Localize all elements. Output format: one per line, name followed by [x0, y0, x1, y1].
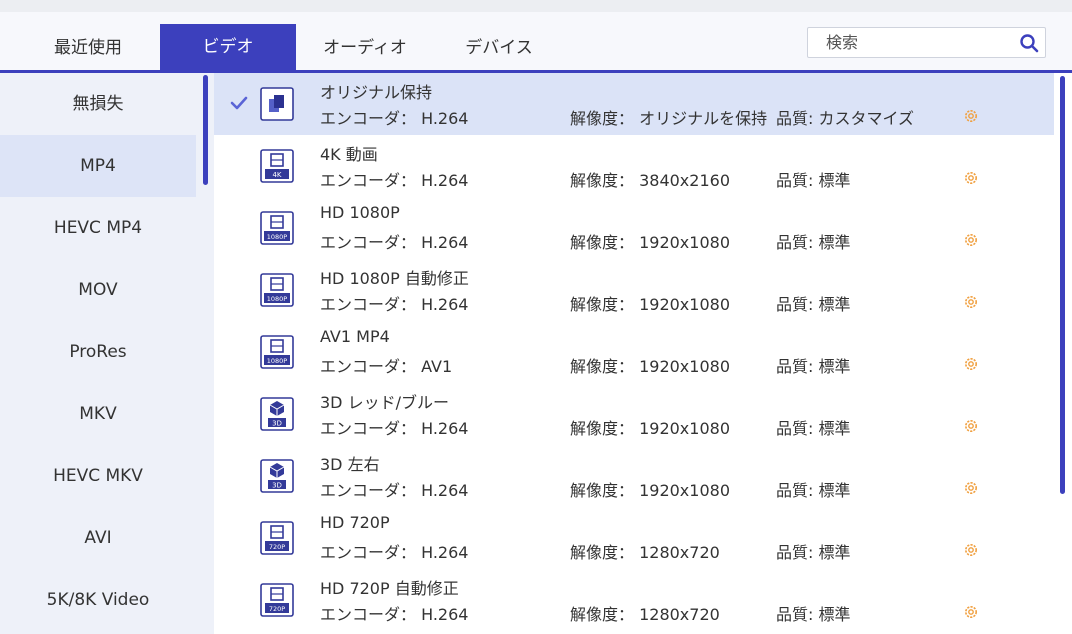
film-icon: 720P: [260, 583, 294, 617]
film-icon: 1080P: [260, 335, 294, 369]
icon-badge: 4K: [272, 171, 281, 179]
tab-device[interactable]: デバイス: [434, 12, 564, 70]
sidebar-item-avi[interactable]: AVI: [0, 507, 196, 569]
format-quality: 品質: 標準: [776, 233, 851, 252]
format-resolution: 解像度： 1920x1080: [570, 419, 730, 438]
tab-recent[interactable]: 最近使用: [16, 12, 160, 70]
format-row-hd1080p[interactable]: 1080P HD 1080P エンコーダ： H.264 解像度： 1920x10…: [214, 197, 1054, 259]
gear-icon[interactable]: [962, 417, 980, 435]
format-encoder: エンコーダ： H.264: [320, 481, 469, 500]
format-row-hd1080p-auto[interactable]: 1080P HD 1080P 自動修正 エンコーダ： H.264 解像度： 19…: [214, 259, 1054, 321]
tab-audio[interactable]: オーディオ: [296, 12, 434, 70]
format-encoder: エンコーダ： H.264: [320, 605, 469, 624]
format-list: オリジナル保持 エンコーダ： H.264 解像度： オリジナルを保持 品質: カ…: [214, 73, 1059, 634]
icon-badge: 720P: [269, 543, 285, 551]
format-name: 3D レッド/ブルー: [320, 393, 449, 412]
sidebar-item-hevc-mkv[interactable]: HEVC MKV: [0, 445, 196, 507]
gear-icon[interactable]: [962, 541, 980, 559]
sidebar-item-mp4[interactable]: MP4: [0, 135, 196, 197]
gear-icon[interactable]: [962, 603, 980, 621]
film-icon: 720P: [260, 521, 294, 555]
gear-icon[interactable]: [962, 355, 980, 373]
format-resolution: 解像度： オリジナルを保持: [570, 109, 768, 128]
format-quality: 品質: 標準: [776, 357, 851, 376]
format-quality: 品質: 標準: [776, 295, 851, 314]
format-row-av1-mp4[interactable]: 1080P AV1 MP4 エンコーダ： AV1 解像度： 1920x1080 …: [214, 321, 1054, 383]
format-resolution: 解像度： 1920x1080: [570, 295, 730, 314]
format-row-3d-sbs[interactable]: 3D 3D 左右 エンコーダ： H.264 解像度： 1920x1080 品質:…: [214, 445, 1054, 507]
cube-icon: 3D: [260, 459, 294, 493]
format-row-hd720p-auto[interactable]: 720P HD 720P 自動修正 エンコーダ： H.264 解像度： 1280…: [214, 569, 1054, 631]
list-scrollbar[interactable]: [1060, 76, 1065, 494]
category-sidebar: 無損失 MP4 HEVC MP4 MOV ProRes MKV HEVC MKV…: [0, 73, 196, 634]
film-icon: 4K: [260, 149, 294, 183]
sidebar-item-prores[interactable]: ProRes: [0, 321, 196, 383]
format-resolution: 解像度： 1280x720: [570, 605, 720, 624]
format-encoder: エンコーダ： H.264: [320, 543, 469, 562]
gear-icon[interactable]: [962, 231, 980, 249]
search-box[interactable]: [807, 27, 1046, 58]
icon-badge: 720P: [269, 605, 285, 613]
format-quality: 品質: 標準: [776, 171, 851, 190]
format-encoder: エンコーダ： H.264: [320, 419, 469, 438]
format-quality: 品質: 標準: [776, 543, 851, 562]
icon-badge: 3D: [272, 482, 282, 490]
gear-icon[interactable]: [962, 479, 980, 497]
format-row-3d-anaglyph[interactable]: 3D 3D レッド/ブルー エンコーダ： H.264 解像度： 1920x108…: [214, 383, 1054, 445]
check-icon: [230, 96, 248, 110]
icon-badge: 1080P: [267, 295, 288, 303]
original-icon: [260, 87, 294, 121]
search-icon[interactable]: [1019, 33, 1039, 53]
format-encoder: エンコーダ： AV1: [320, 357, 453, 376]
sidebar-item-mkv[interactable]: MKV: [0, 383, 196, 445]
sidebar-item-hevc-mp4[interactable]: HEVC MP4: [0, 197, 196, 259]
format-name: 3D 左右: [320, 455, 380, 474]
format-name: オリジナル保持: [320, 83, 433, 102]
format-quality: 品質: 標準: [776, 481, 851, 500]
format-row-4k[interactable]: 4K 4K 動画 エンコーダ： H.264 解像度： 3840x2160 品質:…: [214, 135, 1054, 197]
format-encoder: エンコーダ： H.264: [320, 109, 469, 128]
format-name: HD 720P 自動修正: [320, 579, 459, 598]
icon-badge: 1080P: [267, 233, 288, 241]
format-resolution: 解像度： 1280x720: [570, 543, 720, 562]
sidebar-scrollbar[interactable]: [203, 75, 208, 185]
format-resolution: 解像度： 1920x1080: [570, 233, 730, 252]
film-icon: 1080P: [260, 211, 294, 245]
format-quality: 品質: カスタマイズ: [776, 109, 914, 128]
format-resolution: 解像度： 1920x1080: [570, 357, 730, 376]
window-top-edge: [0, 0, 1072, 12]
format-name: AV1 MP4: [320, 327, 390, 346]
format-row-original[interactable]: オリジナル保持 エンコーダ： H.264 解像度： オリジナルを保持 品質: カ…: [214, 73, 1054, 135]
icon-badge: 1080P: [267, 357, 288, 365]
format-resolution: 解像度： 3840x2160: [570, 171, 730, 190]
cube-icon: 3D: [260, 397, 294, 431]
format-resolution: 解像度： 1920x1080: [570, 481, 730, 500]
format-name: HD 1080P 自動修正: [320, 269, 469, 288]
format-name: HD 720P: [320, 513, 390, 532]
format-name: HD 1080P: [320, 203, 400, 222]
format-row-hd720p[interactable]: 720P HD 720P エンコーダ： H.264 解像度： 1280x720 …: [214, 507, 1054, 569]
tab-video[interactable]: ビデオ: [160, 24, 296, 70]
format-encoder: エンコーダ： H.264: [320, 171, 469, 190]
format-encoder: エンコーダ： H.264: [320, 295, 469, 314]
gear-icon[interactable]: [962, 169, 980, 187]
gear-icon[interactable]: [962, 293, 980, 311]
format-encoder: エンコーダ： H.264: [320, 233, 469, 252]
sidebar-item-mov[interactable]: MOV: [0, 259, 196, 321]
format-quality: 品質: 標準: [776, 605, 851, 624]
format-quality: 品質: 標準: [776, 419, 851, 438]
format-name: 4K 動画: [320, 145, 378, 164]
sidebar-item-lossless[interactable]: 無損失: [0, 73, 196, 135]
icon-badge: 3D: [272, 420, 282, 428]
gear-icon[interactable]: [962, 107, 980, 125]
sidebar-item-5k8k[interactable]: 5K/8K Video: [0, 569, 196, 631]
film-icon: 1080P: [260, 273, 294, 307]
search-input[interactable]: [808, 28, 1008, 57]
